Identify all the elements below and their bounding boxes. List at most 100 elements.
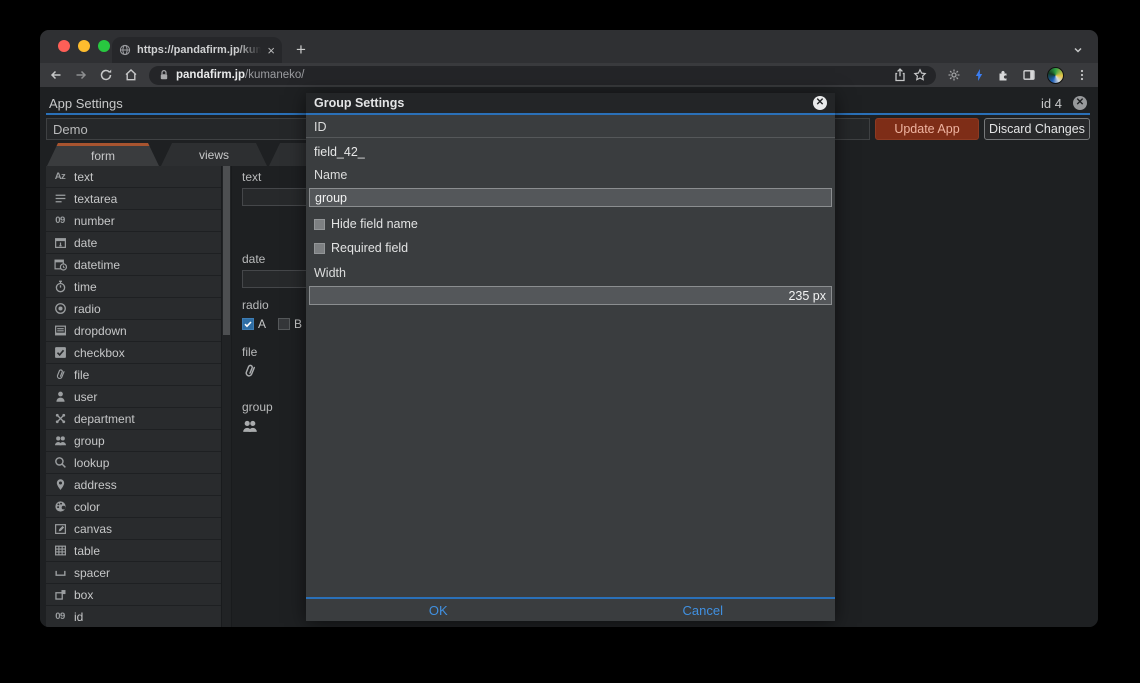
sidebar-item-department[interactable]: department	[46, 408, 221, 430]
lock-icon[interactable]	[158, 69, 170, 81]
close-window-button[interactable]	[58, 40, 70, 52]
url-host: pandafirm.jp	[176, 69, 246, 81]
page-title: App Settings	[49, 95, 123, 111]
profile-avatar[interactable]	[1047, 66, 1064, 84]
sidebar-item-address[interactable]: address	[46, 474, 221, 496]
hide-field-checkbox[interactable]	[314, 218, 325, 230]
gear-extension-icon[interactable]	[947, 68, 961, 82]
box-icon	[53, 588, 67, 601]
tab-title: https://pandafirm.jp/kumaneko	[137, 44, 262, 56]
sidebar-item-user[interactable]: user	[46, 386, 221, 408]
number-icon: 09	[55, 215, 65, 226]
sidebar-item-dropdown[interactable]: dropdown	[46, 320, 221, 342]
date-icon	[53, 236, 67, 249]
tab-views[interactable]: views	[161, 143, 267, 166]
hide-field-label: Hide field name	[331, 217, 418, 231]
browser-tab[interactable]: https://pandafirm.jp/kumaneko ×	[112, 37, 282, 63]
dialog-close-icon[interactable]: ✕	[813, 96, 827, 110]
page-content: App Settings id 4 ✕ Update App Discard C…	[40, 87, 1098, 627]
sidebar-item-radio[interactable]: radio	[46, 298, 221, 320]
update-app-button[interactable]: Update App	[875, 118, 979, 140]
ok-button[interactable]: OK	[306, 599, 571, 621]
sidebar-item-group[interactable]: group	[46, 430, 221, 452]
sidebar-item-text[interactable]: Az text	[46, 166, 221, 188]
sidebar-item-table[interactable]: table	[46, 540, 221, 562]
sidebar-item-file[interactable]: file	[46, 364, 221, 386]
cancel-button[interactable]: Cancel	[571, 599, 836, 621]
tab-close-icon[interactable]: ×	[267, 44, 275, 57]
sidebar-item-label: text	[74, 169, 94, 184]
browser-window: https://pandafirm.jp/kumaneko × + pandaf…	[40, 30, 1098, 627]
sidebar-item-box[interactable]: box	[46, 584, 221, 606]
tab-search-chevron-icon[interactable]	[1072, 44, 1084, 56]
close-settings-icon[interactable]: ✕	[1073, 96, 1087, 110]
scrollbar-thumb[interactable]	[223, 166, 230, 335]
home-icon[interactable]	[124, 68, 138, 82]
side-panel-icon[interactable]	[1022, 68, 1036, 82]
unchecked-checkbox-icon[interactable]	[278, 318, 291, 330]
traffic-lights	[58, 40, 110, 52]
hide-field-name-row[interactable]: Hide field name	[314, 217, 827, 231]
required-field-checkbox[interactable]	[314, 242, 325, 254]
bolt-extension-icon[interactable]	[972, 68, 986, 82]
checked-checkbox-icon[interactable]	[242, 318, 254, 330]
sidebar-item-lookup[interactable]: lookup	[46, 452, 221, 474]
menu-kebab-icon[interactable]	[1075, 68, 1089, 82]
sidebar-item-label: group	[74, 433, 105, 448]
zoom-window-button[interactable]	[98, 40, 110, 52]
textarea-icon	[53, 192, 67, 205]
sidebar-item-number[interactable]: 09 number	[46, 210, 221, 232]
sidebar-item-label: lookup	[74, 455, 110, 470]
sidebar-item-label: address	[74, 477, 117, 492]
app-id-label: id 4	[1041, 95, 1062, 111]
radio-option-b: B	[294, 317, 303, 331]
browser-toolbar: pandafirm.jp/kumaneko/	[40, 63, 1098, 87]
sidebar-item-time[interactable]: time	[46, 276, 221, 298]
sidebar-item-color[interactable]: color	[46, 496, 221, 518]
share-icon[interactable]	[893, 68, 907, 82]
new-tab-button[interactable]: +	[296, 41, 306, 58]
favicon-globe-icon	[119, 44, 131, 56]
address-bar[interactable]: pandafirm.jp/kumaneko/	[149, 65, 936, 85]
minimize-window-button[interactable]	[78, 40, 90, 52]
sidebar-item-checkbox[interactable]: checkbox	[46, 342, 221, 364]
url-path: /kumaneko/	[245, 69, 305, 81]
dialog-spacer	[306, 305, 835, 597]
sidebar-item-datetime[interactable]: datetime	[46, 254, 221, 276]
extensions-puzzle-icon[interactable]	[997, 68, 1011, 82]
sidebar-item-date[interactable]: date	[46, 232, 221, 254]
sidebar-item-label: checkbox	[74, 345, 125, 360]
sidebar-item-label: color	[74, 499, 101, 514]
sidebar-item-label: spacer	[74, 565, 111, 580]
sidebar-item-id[interactable]: 09 id	[46, 606, 221, 627]
sidebar-item-label: date	[74, 235, 98, 250]
sidebar-item-canvas[interactable]: canvas	[46, 518, 221, 540]
name-input[interactable]	[309, 188, 832, 207]
id-label: ID	[306, 115, 835, 138]
forward-icon[interactable]	[74, 68, 88, 82]
sidebar-item-label: file	[74, 367, 90, 382]
url-text[interactable]: pandafirm.jp/kumaneko/	[176, 69, 887, 81]
sidebar-scrollbar[interactable]	[222, 166, 232, 627]
canvas-icon	[53, 522, 67, 535]
bookmark-star-icon[interactable]	[913, 68, 927, 82]
required-field-row[interactable]: Required field	[314, 241, 827, 255]
checkbox-icon	[53, 346, 67, 359]
time-icon	[53, 280, 67, 293]
lookup-icon	[53, 456, 67, 469]
sidebar-item-label: dropdown	[74, 323, 127, 338]
tab-form[interactable]: form	[47, 143, 159, 166]
discard-changes-button[interactable]: Discard Changes	[984, 118, 1090, 140]
reload-icon[interactable]	[99, 68, 113, 82]
dialog-footer: OK Cancel	[306, 597, 835, 621]
address-icon	[53, 478, 67, 491]
back-icon[interactable]	[49, 68, 63, 82]
dropdown-icon	[53, 324, 67, 337]
id-icon: 09	[55, 611, 65, 622]
sidebar-item-label: number	[74, 213, 115, 228]
sidebar-item-textarea[interactable]: textarea	[46, 188, 221, 210]
sidebar-item-spacer[interactable]: spacer	[46, 562, 221, 584]
width-input[interactable]	[309, 286, 832, 305]
sidebar-item-label: textarea	[74, 191, 118, 206]
group-icon	[53, 434, 67, 447]
